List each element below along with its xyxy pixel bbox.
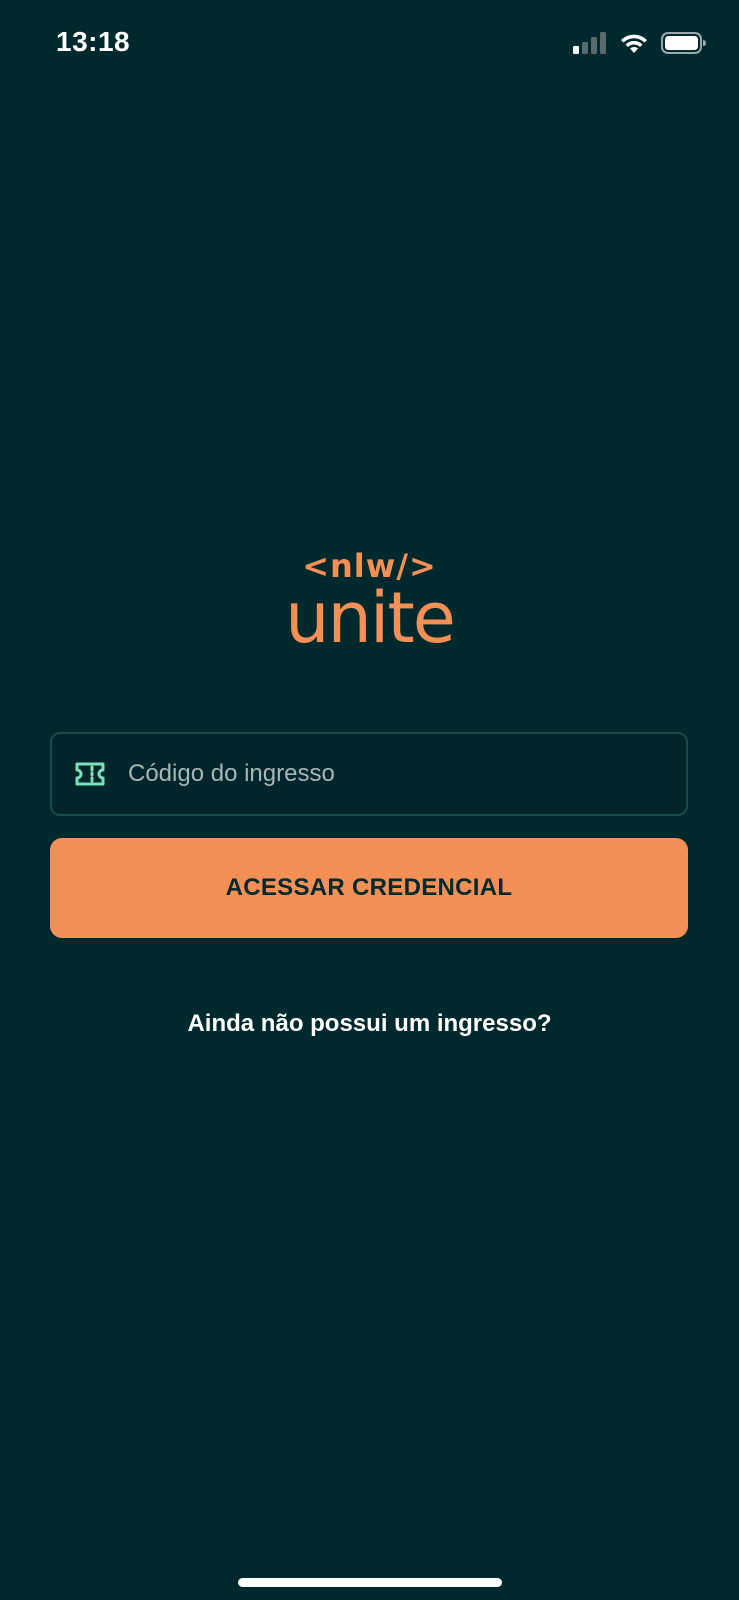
signal-icon xyxy=(573,32,607,59)
ticket-icon xyxy=(74,760,106,788)
login-screen: 13:18 <nlw/> unite Código do ingresso AC… xyxy=(0,0,739,1600)
wifi-icon xyxy=(619,32,649,59)
home-indicator[interactable] xyxy=(238,1578,502,1587)
app-logo: <nlw/> unite xyxy=(0,548,739,654)
ticket-code-field[interactable] xyxy=(50,732,688,816)
access-credential-button[interactable]: ACESSAR CREDENCIAL xyxy=(50,838,688,938)
battery-icon xyxy=(661,32,707,59)
logo-wordmark: unite xyxy=(285,577,456,659)
no-ticket-link[interactable]: Ainda não possui um ingresso? xyxy=(0,1010,739,1038)
status-time: 13:18 xyxy=(56,26,131,57)
status-icons xyxy=(573,32,707,59)
ticket-code-input[interactable] xyxy=(126,743,686,805)
